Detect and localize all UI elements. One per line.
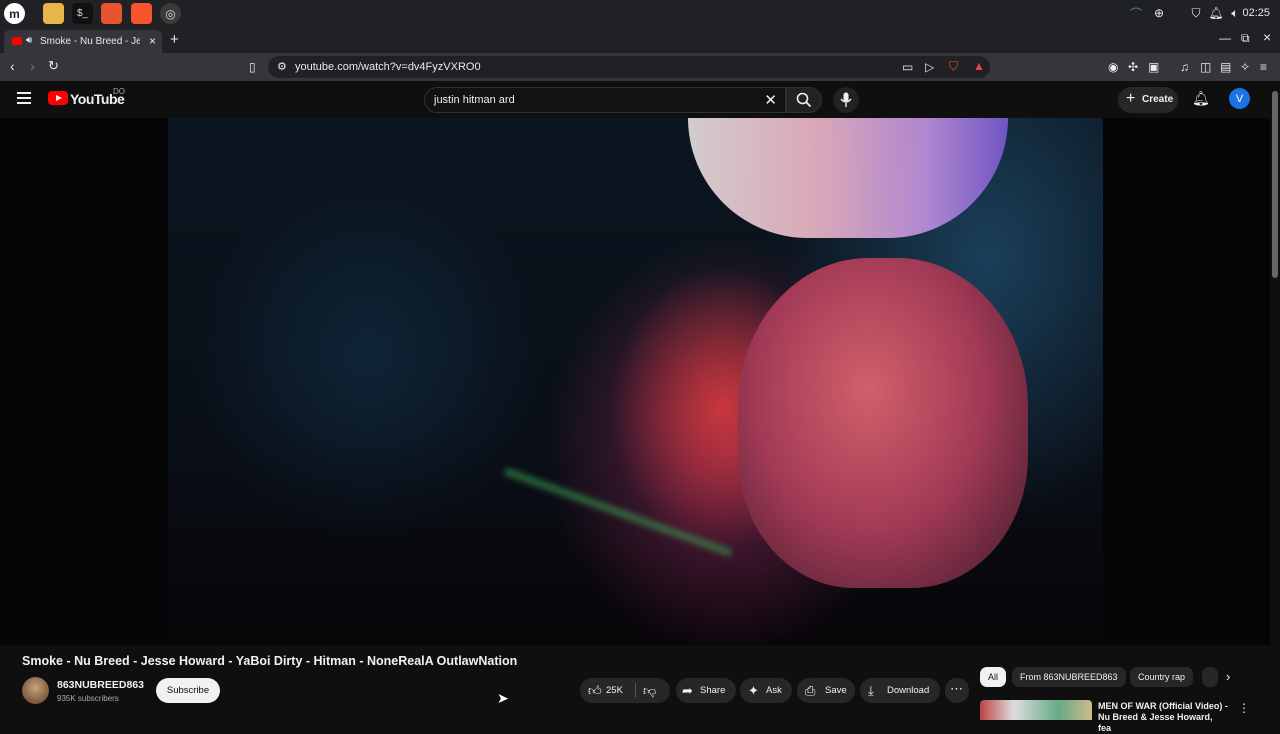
terminal-icon[interactable]: $_ (72, 3, 93, 24)
media-icon[interactable]: ♫ (1180, 60, 1189, 74)
browser-tab[interactable]: 🔊︎ Smoke - Nu Breed - Jesse Howard × (4, 30, 162, 53)
create-label: Create (1142, 94, 1174, 105)
search-icon (796, 92, 812, 108)
recommendation-title[interactable]: MEN OF WAR (Official Video) - Nu Breed &… (1098, 701, 1228, 734)
tab-title: Smoke - Nu Breed - Jesse Howard (40, 36, 140, 47)
sparkle-icon: ✦ (748, 683, 759, 698)
maximize-button[interactable]: ⧉ (1241, 31, 1250, 46)
dislike-icon[interactable]: 👎︎ (643, 683, 656, 699)
address-bar[interactable]: ⚙︎ youtube.com/watch?v=dv4FyzVXRO0 ▭ ▷ ⛉… (268, 56, 990, 78)
minimize-button[interactable]: — (1219, 31, 1231, 45)
cast-icon[interactable]: ▭ (902, 60, 913, 74)
recommendation-menu-icon[interactable]: ⋮ (1238, 701, 1250, 715)
audio-playing-icon[interactable]: 🔊︎ (26, 35, 32, 46)
update-icon[interactable]: ⊕ (1151, 5, 1167, 21)
brave-rewards-icon[interactable]: ▲ (973, 59, 985, 73)
os-taskbar: m $_ ◎ ⌒ ⊕ ⛉ 🔔︎ 🔈︎ 02:25 (0, 0, 1280, 27)
youtube-favicon-icon (12, 37, 22, 45)
share-label: Share (700, 685, 726, 696)
voice-search-button[interactable] (833, 87, 859, 113)
new-tab-button[interactable]: + (170, 31, 179, 48)
download-label: Download (887, 685, 930, 696)
chromium-icon[interactable]: ◎ (160, 3, 181, 24)
recommendation-thumbnail[interactable] (980, 700, 1092, 720)
more-horizontal-icon: ⋯ (950, 681, 963, 696)
close-window-button[interactable]: × (1263, 29, 1271, 45)
back-icon[interactable]: ‹ (10, 58, 15, 74)
sidebar-icon[interactable]: ◫ (1200, 60, 1211, 74)
share-button[interactable]: ➦ Share (676, 678, 736, 703)
video-subject (738, 258, 1028, 588)
share-icon: ➦ (682, 683, 693, 698)
plus-icon: + (1126, 90, 1136, 107)
channel-name[interactable]: 863NUBREED863 (57, 679, 144, 691)
video-light-beam (503, 467, 733, 557)
subscribe-button[interactable]: Subscribe (156, 678, 220, 703)
send-icon[interactable]: ▷ (925, 60, 934, 74)
video-player[interactable] (0, 118, 1270, 645)
chip-country-rap[interactable]: Country rap (1130, 667, 1194, 687)
chips-next-icon[interactable]: › (1226, 669, 1230, 684)
like-count[interactable]: 25K (606, 685, 623, 696)
mouse-cursor-icon: ➤ (497, 690, 509, 706)
search-query[interactable]: justin hitman ard (434, 94, 515, 106)
video-subject-cap (688, 118, 1008, 238)
close-tab-icon[interactable]: × (149, 34, 156, 48)
like-icon[interactable]: 👍︎ (588, 683, 602, 699)
download-icon: ⤓ (868, 683, 874, 698)
account-avatar[interactable]: V (1229, 88, 1250, 109)
browser-toolbar: ‹ › ↻ ▯ ⚙︎ youtube.com/watch?v=dv4FyzVXR… (0, 53, 1280, 81)
vpn-icon[interactable]: ⌒ (1128, 5, 1144, 21)
save-label: Save (825, 685, 847, 696)
notification-icon[interactable]: 🔔︎ (1208, 5, 1224, 21)
video-frame (168, 118, 1103, 645)
tab-strip: 🔊︎ Smoke - Nu Breed - Jesse Howard × + —… (0, 27, 1280, 53)
wallet-icon[interactable]: ▣ (1148, 60, 1159, 74)
extensions-icon[interactable]: ✣ (1128, 60, 1138, 74)
wallet2-icon[interactable]: ▤ (1220, 60, 1231, 74)
forward-icon[interactable]: › (30, 58, 35, 74)
ask-button[interactable]: ✦ Ask (740, 678, 792, 703)
clock[interactable]: 02:25 (1242, 7, 1270, 19)
subscriber-count: 935K subscribers (57, 694, 119, 703)
page-scrollbar[interactable] (1272, 91, 1278, 278)
brave-icon[interactable] (131, 3, 152, 24)
volume-icon[interactable]: 🔈︎ (1227, 5, 1243, 21)
youtube-logo-icon[interactable] (48, 91, 68, 105)
files-icon[interactable] (43, 3, 64, 24)
like-divider (635, 683, 636, 698)
download-button[interactable]: ⤓ Download (860, 678, 940, 703)
bookmark-icon[interactable]: ▯ (249, 60, 256, 74)
mint-menu-icon[interactable]: m (4, 3, 25, 24)
brave-shields-icon[interactable]: ⛉ (949, 59, 958, 74)
site-info-icon[interactable]: ⚙︎ (277, 60, 287, 73)
leo-icon[interactable]: ◉ (1108, 60, 1118, 74)
country-code: DO (113, 87, 125, 96)
ai-icon[interactable]: ✧ (1240, 60, 1250, 74)
microphone-icon (840, 92, 852, 107)
like-dislike-group: 👍︎ 25K 👎︎ (580, 678, 670, 703)
notifications-bell-icon[interactable]: 🔔︎ (1192, 90, 1210, 107)
search-input[interactable]: justin hitman ard ✕ (424, 87, 786, 113)
youtube-header: YouTube DO justin hitman ard ✕ + Create … (0, 81, 1280, 118)
create-button[interactable]: + Create (1118, 87, 1178, 113)
chip-partial[interactable] (1202, 667, 1218, 687)
browser-menu-icon[interactable]: ≡ (1260, 60, 1267, 74)
video-title: Smoke - Nu Breed - Jesse Howard - YaBoi … (22, 654, 518, 668)
search-button[interactable] (786, 87, 822, 113)
ask-label: Ask (766, 685, 782, 696)
chip-all[interactable]: All (980, 667, 1007, 687)
save-icon: ⎙ (805, 683, 816, 698)
chip-from-channel[interactable]: From 863NUBREED863 (1012, 667, 1126, 687)
shield-icon[interactable]: ⛉ (1188, 5, 1204, 21)
guide-menu-icon[interactable] (17, 92, 31, 107)
url-text[interactable]: youtube.com/watch?v=dv4FyzVXRO0 (295, 61, 481, 73)
more-actions-button[interactable]: ⋯ (945, 678, 969, 703)
save-button[interactable]: ⎙ Save (797, 678, 855, 703)
firefox-icon[interactable] (101, 3, 122, 24)
reload-icon[interactable]: ↻ (48, 58, 59, 74)
clear-search-icon[interactable]: ✕ (764, 91, 777, 109)
channel-avatar[interactable] (22, 677, 49, 704)
